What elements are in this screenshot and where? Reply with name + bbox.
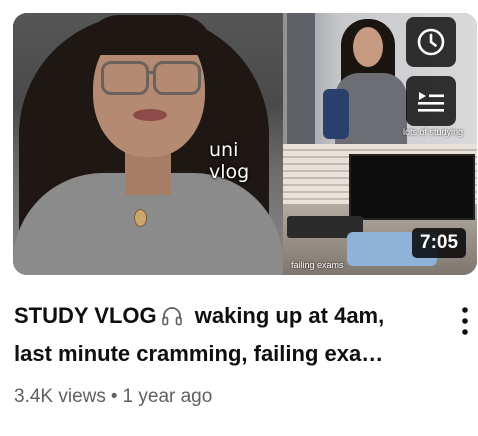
more-options-button[interactable]	[452, 300, 478, 342]
meta-separator: •	[110, 386, 118, 407]
video-title-part2: waking up at 4am,	[188, 303, 385, 328]
clock-icon	[417, 28, 445, 56]
duration-badge: 7:05	[412, 228, 467, 258]
thumbnail-caption-bottom-right: failing exams	[291, 260, 344, 270]
bangs-shape	[85, 15, 213, 55]
jacket-shape	[323, 89, 349, 139]
thumbnail-caption-main: uni vlog	[209, 139, 250, 183]
glasses-right-lens	[153, 61, 201, 95]
glasses-left-lens	[101, 61, 149, 95]
watch-later-button[interactable]	[406, 17, 456, 67]
video-title-part1: STUDY VLOG	[14, 303, 157, 328]
video-card[interactable]: uni vlog lots of studying failing exams	[0, 0, 478, 436]
thumbnail-caption-top-right: lots of studying	[403, 127, 464, 137]
view-count: 3.4K views	[14, 386, 106, 407]
face-shape	[353, 27, 383, 67]
more-vertical-icon	[462, 307, 468, 335]
video-title-line2: last minute cramming, failing exa	[14, 341, 362, 366]
video-metadata: 3.4K views • 1 year ago	[14, 386, 212, 408]
add-to-queue-button[interactable]	[406, 76, 456, 126]
thumbnail-panel-main: uni vlog	[13, 13, 283, 275]
upload-age: 1 year ago	[122, 386, 213, 407]
glasses-bridge	[146, 71, 154, 74]
video-title[interactable]: STUDY VLOG waking up at 4am, last minute …	[14, 299, 434, 371]
headphones-icon	[161, 303, 183, 337]
add-to-queue-icon	[418, 92, 444, 112]
door-shape	[287, 13, 315, 144]
necklace-pendant	[134, 209, 147, 227]
monitor-shape	[349, 154, 475, 220]
video-title-ellipsis: …	[361, 341, 384, 366]
lips-shape	[133, 109, 167, 121]
